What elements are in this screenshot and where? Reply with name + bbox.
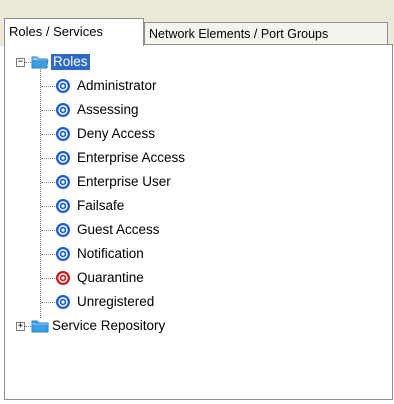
role-icon (56, 103, 70, 117)
tree-node-role[interactable]: Guest Access (5, 219, 265, 241)
tree-node-role[interactable]: Assessing (5, 99, 265, 121)
roles-tree: − Roles Administrator Assessing Deny Acces… (5, 45, 392, 399)
role-icon (56, 199, 70, 213)
quarantine-role-icon (56, 271, 70, 285)
role-icon (56, 247, 70, 261)
tab-strip: Roles / Services Network Elements / Port… (0, 0, 394, 46)
role-label[interactable]: Guest Access (77, 219, 160, 241)
role-label[interactable]: Notification (77, 243, 144, 265)
tree-connector (41, 86, 55, 88)
tree-connector (41, 254, 55, 256)
tree-connector (41, 110, 55, 112)
tree-node-role[interactable]: Failsafe (5, 195, 265, 217)
tab-roles-services[interactable]: Roles / Services (4, 18, 144, 46)
role-label[interactable]: Assessing (77, 99, 139, 121)
tree-node-roles[interactable]: − Roles (5, 51, 205, 73)
role-label[interactable]: Failsafe (77, 195, 124, 217)
tree-connector (41, 230, 55, 232)
role-label[interactable]: Deny Access (77, 123, 155, 145)
tree-node-role[interactable]: Enterprise User (5, 171, 265, 193)
tree-node-role[interactable]: Enterprise Access (5, 147, 265, 169)
tree-connector (41, 206, 55, 208)
tree-node-role[interactable]: Notification (5, 243, 265, 265)
role-icon (56, 175, 70, 189)
role-icon (56, 79, 70, 93)
tree-node-role[interactable]: Administrator (5, 75, 265, 97)
role-icon (56, 127, 70, 141)
tree-connector (41, 182, 55, 184)
tree-node-role[interactable]: Quarantine (5, 267, 265, 289)
tree-connector (41, 158, 55, 160)
role-label[interactable]: Quarantine (77, 267, 144, 289)
role-label[interactable]: Unregistered (77, 291, 154, 313)
tab-network-elements[interactable]: Network Elements / Port Groups (144, 22, 388, 44)
folder-closed-icon (31, 320, 49, 333)
roles-services-window: Roles / Services Network Elements / Port… (0, 0, 394, 404)
role-label[interactable]: Enterprise Access (77, 147, 185, 169)
role-icon (56, 151, 70, 165)
role-label[interactable]: Enterprise User (77, 171, 171, 193)
tree-panel: − Roles Administrator Assessing Deny Acces… (4, 44, 393, 400)
role-icon (56, 295, 70, 309)
expand-icon[interactable]: + (16, 322, 25, 331)
tree-connector (41, 278, 55, 280)
role-icon (56, 223, 70, 237)
tree-node-role[interactable]: Deny Access (5, 123, 265, 145)
tree-node-role[interactable]: Unregistered (5, 291, 265, 313)
tree-connector (41, 302, 55, 304)
collapse-icon[interactable]: − (16, 58, 25, 67)
service-repository-label[interactable]: Service Repository (52, 315, 165, 337)
tree-connector (41, 134, 55, 136)
tree-node-service-repository[interactable]: + Service Repository (5, 315, 265, 337)
roles-folder-label[interactable]: Roles (51, 54, 90, 70)
role-label[interactable]: Administrator (77, 75, 157, 97)
